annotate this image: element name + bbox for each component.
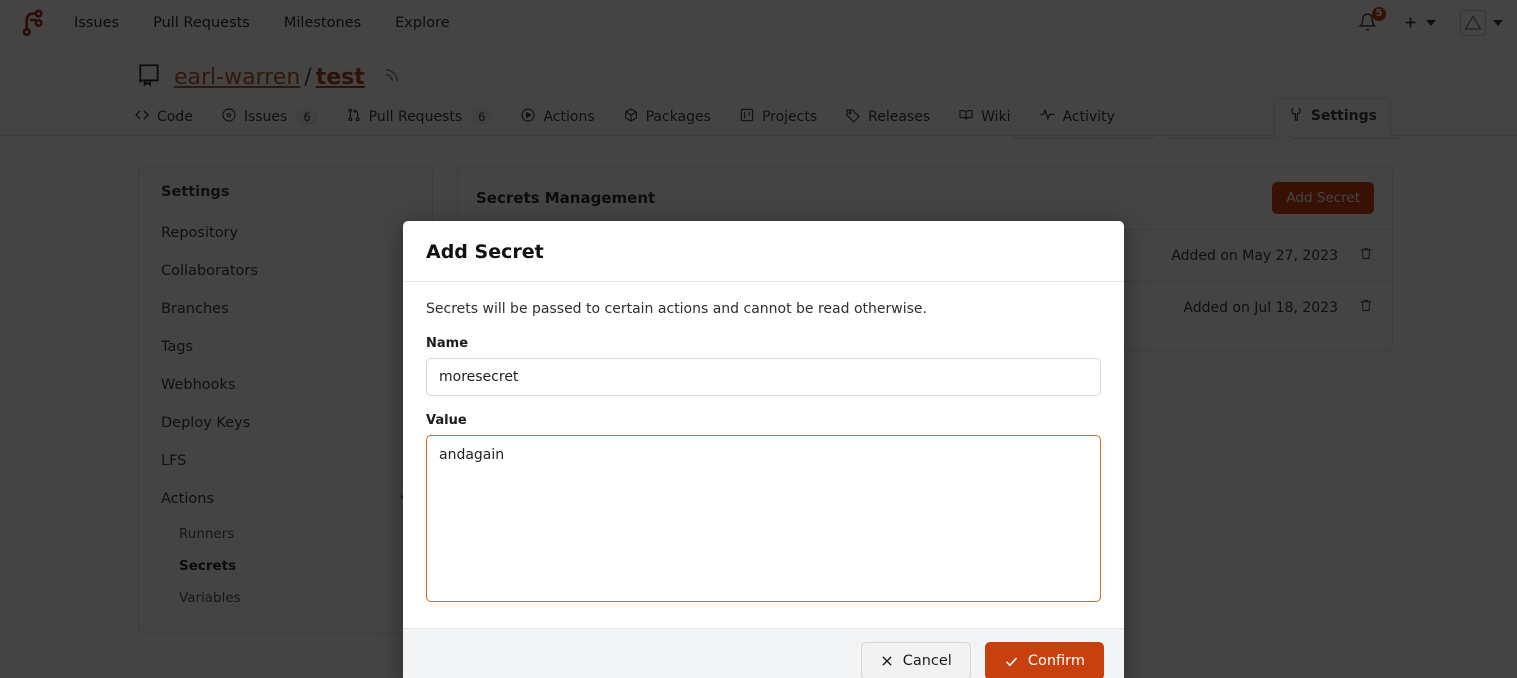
check-icon	[1004, 654, 1019, 669]
modal-body: Secrets will be passed to certain action…	[403, 282, 1124, 628]
value-field-label: Value	[426, 413, 1101, 428]
modal-description: Secrets will be passed to certain action…	[426, 301, 1101, 317]
secret-name-input[interactable]	[426, 358, 1101, 396]
cancel-button[interactable]: Cancel	[861, 642, 971, 678]
cancel-label: Cancel	[903, 653, 952, 669]
name-field-label: Name	[426, 336, 1101, 351]
modal-header: Add Secret	[403, 221, 1124, 282]
confirm-button[interactable]: Confirm	[985, 642, 1104, 678]
field-spacer	[426, 396, 1101, 413]
secret-value-textarea[interactable]	[426, 435, 1101, 602]
confirm-label: Confirm	[1028, 653, 1085, 669]
close-x-icon	[880, 654, 894, 668]
modal-title: Add Secret	[426, 241, 1101, 263]
modal-footer: Cancel Confirm	[403, 628, 1124, 678]
add-secret-modal: Add Secret Secrets will be passed to cer…	[403, 221, 1124, 678]
